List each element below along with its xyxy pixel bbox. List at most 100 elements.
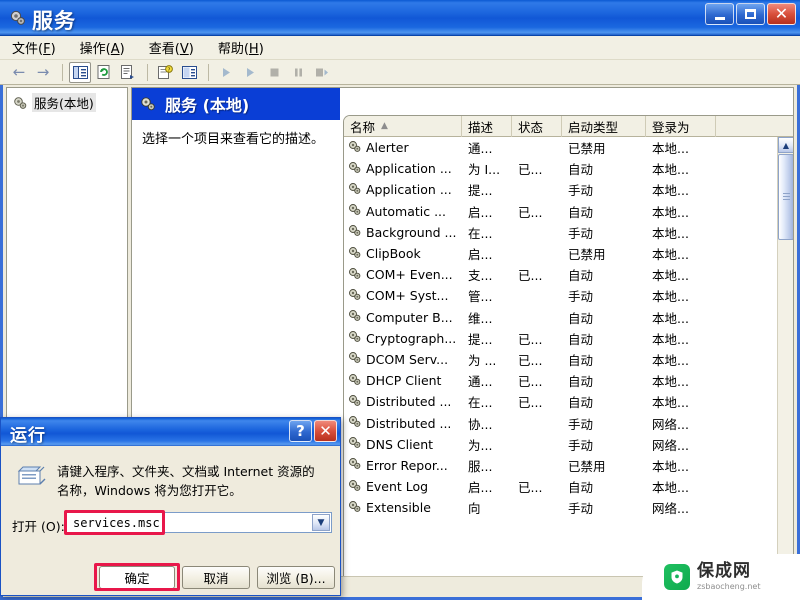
sidebar-item-label: 服务(本地) — [32, 93, 96, 112]
cell-description: 在... — [462, 392, 512, 411]
show-tree-icon[interactable] — [69, 62, 91, 83]
cell-startup-type: 已禁用 — [562, 138, 646, 157]
help-icon[interactable]: ? — [154, 62, 176, 83]
services-gear-icon — [9, 9, 27, 27]
services-gear-icon — [348, 203, 362, 219]
table-row[interactable]: DCOM Serv...为 ...已...自动本地... — [344, 349, 777, 370]
cell-startup-type: 已禁用 — [562, 456, 646, 475]
run-dialog-help-button[interactable]: ? — [289, 420, 312, 442]
listview-vertical-scrollbar[interactable]: ▲ ▼ — [777, 137, 793, 576]
cell-description: 提... — [462, 329, 512, 348]
minimize-button[interactable] — [705, 3, 734, 25]
cell-logon-as: 本地... — [646, 286, 716, 305]
cell-service-name: Alerter — [344, 140, 462, 156]
cell-startup-type: 自动 — [562, 350, 646, 369]
menubar: 文件(F) 操作(A) 查看(V) 帮助(H) — [0, 36, 800, 60]
cell-logon-as: 本地... — [646, 202, 716, 221]
table-row[interactable]: Application ...为 I...已...自动本地... — [344, 158, 777, 179]
back-icon[interactable]: ← — [8, 62, 30, 83]
table-row[interactable]: COM+ Syst...管...手动本地... — [344, 285, 777, 306]
cell-service-name: Extensible — [344, 500, 462, 516]
table-row[interactable]: Extensible向手动网络... — [344, 497, 777, 518]
table-row[interactable]: Application ...提...手动本地... — [344, 179, 777, 200]
column-header-name[interactable]: 名称 ▲ — [344, 116, 462, 137]
cell-logon-as: 本地... — [646, 308, 716, 327]
export-list-icon[interactable] — [117, 62, 139, 83]
services-gear-icon — [348, 457, 362, 473]
run-cancel-button[interactable]: 取消 — [182, 566, 250, 589]
cell-logon-as: 本地... — [646, 392, 716, 411]
table-row[interactable]: DHCP Client通...已...自动本地... — [344, 370, 777, 391]
listview-body: Alerter通...已禁用本地...Application ...为 I...… — [344, 137, 777, 576]
properties-icon[interactable] — [178, 62, 200, 83]
cell-logon-as: 本地... — [646, 371, 716, 390]
column-header-description[interactable]: 描述 — [462, 116, 512, 137]
watermark-name: 保成网 — [697, 563, 760, 580]
table-row[interactable]: DNS Client为...手动网络... — [344, 434, 777, 455]
cell-startup-type: 自动 — [562, 159, 646, 178]
table-row[interactable]: Background ...在...手动本地... — [344, 222, 777, 243]
cell-status: 已... — [512, 202, 562, 221]
cell-startup-type: 自动 — [562, 308, 646, 327]
menu-help[interactable]: 帮助(H) — [218, 38, 264, 57]
cell-startup-type: 已禁用 — [562, 244, 646, 263]
shield-icon — [664, 564, 690, 590]
table-row[interactable]: Error Repor...服...已禁用本地... — [344, 455, 777, 476]
toolbar-separator — [62, 64, 63, 81]
scroll-up-button[interactable]: ▲ — [778, 137, 793, 153]
sidebar-item-services-local[interactable]: 服务(本地) — [13, 93, 127, 112]
cell-description: 协... — [462, 414, 512, 433]
column-header-logon-as[interactable]: 登录为 — [646, 116, 716, 137]
cell-startup-type: 手动 — [562, 435, 646, 454]
run-dialog-title: 运行 — [10, 421, 46, 446]
cell-logon-as: 本地... — [646, 159, 716, 178]
details-description: 选择一个项目来查看它的描述。 — [142, 130, 332, 150]
table-row[interactable]: COM+ Even...支...已...自动本地... — [344, 264, 777, 285]
cell-description: 为 I... — [462, 159, 512, 178]
scrollbar-grip-icon — [783, 193, 790, 200]
cell-logon-as: 本地... — [646, 350, 716, 369]
table-row[interactable]: Automatic ...启...已...自动本地... — [344, 201, 777, 222]
run-dialog-controls: ? ✕ — [289, 420, 337, 442]
menu-view[interactable]: 查看(V) — [149, 38, 194, 57]
svg-text:?: ? — [167, 67, 170, 73]
menu-action[interactable]: 操作(A) — [80, 38, 125, 57]
table-row[interactable]: Alerter通...已禁用本地... — [344, 137, 777, 158]
site-watermark: 保成网 zsbaocheng.net — [642, 554, 800, 600]
stop-service-icon — [263, 62, 285, 83]
close-button[interactable]: ✕ — [767, 3, 796, 25]
run-command-input[interactable]: services.msc — [73, 516, 160, 530]
maximize-button[interactable] — [736, 3, 765, 25]
watermark-text: 保成网 zsbaocheng.net — [697, 563, 760, 591]
forward-icon[interactable]: → — [32, 62, 54, 83]
cell-startup-type: 自动 — [562, 329, 646, 348]
column-header-startup-type[interactable]: 启动类型 — [562, 116, 646, 137]
run-open-combobox[interactable]: services.msc ▼ — [66, 512, 332, 533]
table-row[interactable]: ClipBook启...已禁用本地... — [344, 243, 777, 264]
services-listview: 名称 ▲ 描述 状态 启动类型 登录为 Alerter通...已禁用本地...A… — [343, 115, 793, 576]
scrollbar-thumb[interactable] — [778, 154, 793, 240]
table-row[interactable]: Distributed ...在...已...自动本地... — [344, 391, 777, 412]
services-console-window: 服务 ✕ 文件(F) 操作(A) 查看(V) 帮助(H) ← → ? — [0, 0, 800, 600]
menu-file[interactable]: 文件(F) — [12, 38, 56, 57]
column-header-status[interactable]: 状态 — [512, 116, 562, 137]
run-open-label: 打开 (O): — [12, 516, 65, 535]
refresh-icon[interactable] — [93, 62, 115, 83]
run-ok-button[interactable]: 确定 — [99, 566, 175, 589]
cell-description: 为... — [462, 435, 512, 454]
cell-description: 通... — [462, 371, 512, 390]
cell-service-name: COM+ Even... — [344, 267, 462, 283]
cell-description: 向 — [462, 498, 512, 517]
chevron-down-icon[interactable]: ▼ — [312, 514, 330, 531]
run-dialog-close-button[interactable]: ✕ — [314, 420, 337, 442]
table-row[interactable]: Computer B...维...自动本地... — [344, 307, 777, 328]
cell-service-name: Computer B... — [344, 309, 462, 325]
table-row[interactable]: Event Log启...已...自动本地... — [344, 476, 777, 497]
table-row[interactable]: Distributed ...协...手动网络... — [344, 412, 777, 433]
table-row[interactable]: Cryptograph...提...已...自动本地... — [344, 328, 777, 349]
services-gear-icon — [348, 288, 362, 304]
listview-header-row: 名称 ▲ 描述 状态 启动类型 登录为 — [344, 116, 793, 137]
cell-startup-type: 手动 — [562, 498, 646, 517]
cell-service-name: Distributed ... — [344, 415, 462, 431]
run-browse-button[interactable]: 浏览 (B)... — [257, 566, 335, 589]
